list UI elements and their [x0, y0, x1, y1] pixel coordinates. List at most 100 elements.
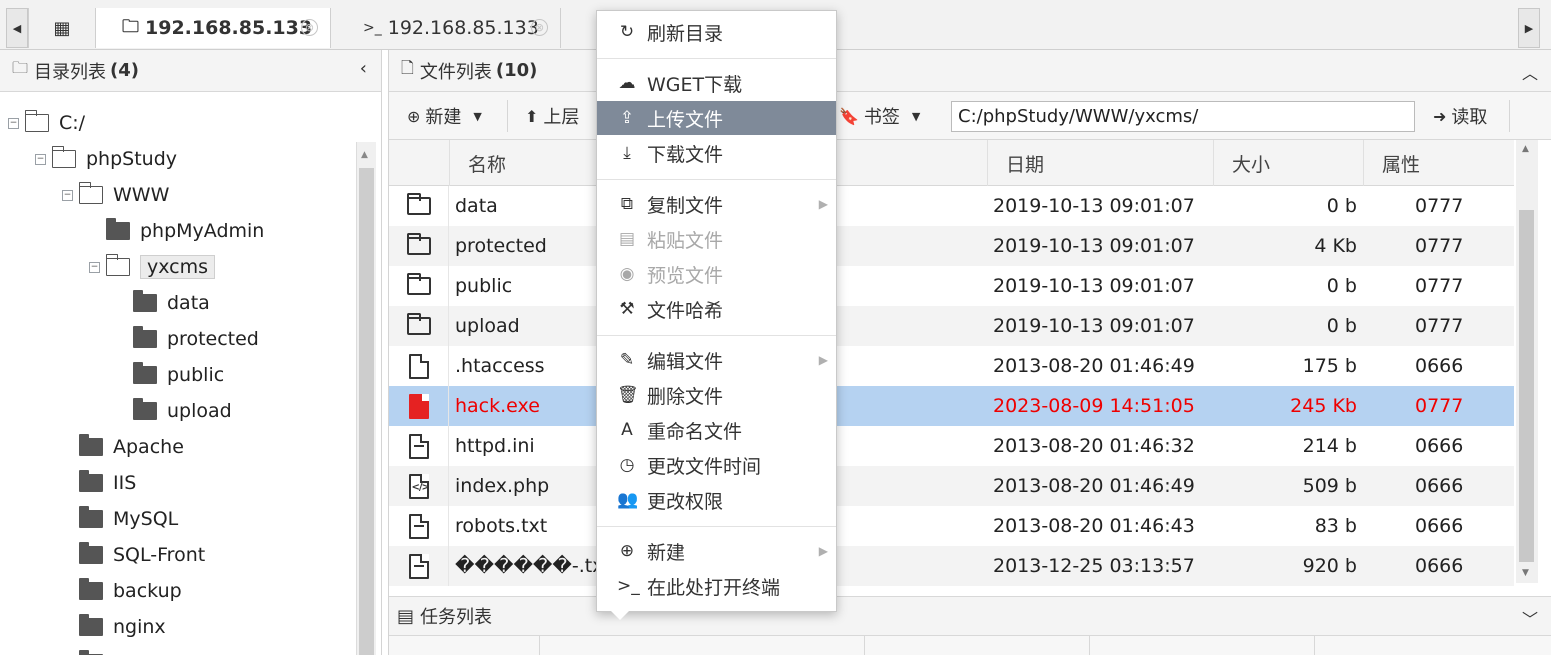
table-row[interactable]: protected 2019-10-13 09:01:07 4 Kb 0777 — [389, 226, 1514, 266]
new-button[interactable]: ⊕ 新建 ▼ — [407, 92, 482, 140]
tree-item-label: nginx — [113, 616, 166, 638]
menu-item-open-terminal-here[interactable]: >_ 在此处打开终端 — [597, 569, 836, 603]
menu-item-label: 下载文件 — [647, 143, 724, 166]
menu-item-download-file[interactable]: ⤓ 下载文件 — [597, 136, 836, 170]
folder-icon — [79, 434, 103, 456]
file-size: 509 b — [1302, 475, 1357, 497]
task-panel: ▤ 任务列表 ﹀ — [389, 596, 1551, 655]
menu-item-change-permissions[interactable]: 👥 更改权限 — [597, 483, 836, 517]
menu-item-upload-file[interactable]: ⇪ 上传文件 — [597, 101, 836, 135]
scroll-thumb[interactable] — [1519, 210, 1534, 562]
table-row[interactable]: ������-.txt 2013-12-25 03:13:57 920 b 0666 — [389, 546, 1514, 586]
directory-scrollbar[interactable]: ▲ — [356, 142, 376, 655]
chevron-down-icon[interactable]: ﹀ — [1522, 606, 1538, 630]
table-row[interactable]: data 2019-10-13 09:01:07 0 b 0777 — [389, 186, 1514, 226]
edit-file-icon: ✎ — [619, 350, 635, 370]
tree-item[interactable]: Apache — [62, 432, 184, 462]
tree-item[interactable]: SQL-Front — [62, 540, 205, 570]
folder-icon — [79, 470, 103, 492]
menu-item-label: WGET下载 — [647, 73, 743, 96]
scroll-down-icon[interactable]: ▼ — [1522, 568, 1529, 578]
tree-item[interactable]: protected — [116, 324, 259, 354]
tab-terminal[interactable]: >_ 192.168.85.133 ⊗ — [331, 8, 561, 48]
collapse-left-icon[interactable]: ‹ — [360, 58, 367, 79]
tree-item[interactable]: phpMyAdmin — [89, 216, 264, 246]
column-header-size[interactable]: 大小 — [1213, 140, 1363, 186]
menu-item-rename-file[interactable]: A 重命名文件 — [597, 413, 836, 447]
table-row[interactable]: public 2019-10-13 09:01:07 0 b 0777 — [389, 266, 1514, 306]
chevron-up-icon[interactable]: ︿ — [1522, 60, 1538, 84]
task-column-divider — [1089, 636, 1090, 655]
collapse-toggle-icon[interactable]: − — [62, 189, 73, 201]
tab-file-manager[interactable]: 🗀 192.168.85.133 ⊗ — [96, 8, 331, 48]
folder-icon — [406, 273, 431, 295]
tree-item[interactable]: nginx — [62, 612, 166, 642]
rename-file-icon: A — [621, 420, 633, 440]
folder-icon — [133, 326, 157, 348]
file-size: 4 Kb — [1314, 235, 1357, 257]
menu-item-edit-file[interactable]: ✎ 编辑文件 ▶ — [597, 343, 836, 377]
table-row[interactable]: </> index.php 2013-08-20 01:46:49 509 b 0666 — [389, 466, 1514, 506]
folder-icon — [406, 193, 431, 215]
table-row[interactable]: .htaccess 2013-08-20 01:46:49 175 b 0666 — [389, 346, 1514, 386]
tree-item[interactable]: − yxcms — [89, 252, 216, 282]
scroll-tabs-right-button[interactable]: ▶ — [1518, 8, 1540, 48]
table-row[interactable]: httpd.ini 2013-08-20 01:46:32 214 b 0666 — [389, 426, 1514, 466]
file-permissions: 0777 — [1415, 275, 1464, 297]
folder-icon — [106, 218, 130, 240]
tree-item[interactable]: backup — [62, 576, 182, 606]
folder-outline-icon: 🗀 — [12, 58, 29, 77]
tree-item[interactable]: − C:/ — [8, 108, 85, 138]
collapse-toggle-icon[interactable]: − — [35, 153, 46, 165]
menu-item-file-hash[interactable]: ⚒ 文件哈希 — [597, 292, 836, 326]
submenu-arrow-icon: ▶ — [818, 544, 828, 558]
tab-close-icon[interactable]: ⊗ — [531, 19, 548, 36]
tree-item[interactable]: − phpStudy — [35, 144, 177, 174]
menu-item-refresh[interactable]: ↻ 刷新目录 — [597, 15, 836, 49]
menu-item-delete-file[interactable]: 🗑 删除文件 — [597, 378, 836, 412]
menu-item-wget-download[interactable]: ☁ WGET下载 — [597, 66, 836, 100]
file-icon-cell — [389, 346, 449, 386]
tree-item[interactable]: public — [116, 360, 224, 390]
bookmark-button[interactable]: 🔖 书签 ▼ — [839, 92, 920, 140]
scroll-tabs-left-button[interactable]: ◀ — [6, 8, 28, 48]
read-button[interactable]: ➜ 读取 — [1433, 92, 1487, 140]
table-row[interactable]: upload 2019-10-13 09:01:07 0 b 0777 — [389, 306, 1514, 346]
collapse-toggle-icon[interactable]: − — [8, 117, 19, 129]
tree-item[interactable]: IIS — [62, 468, 136, 498]
column-header-date[interactable]: 日期 — [987, 140, 1213, 186]
task-table-header — [389, 636, 1551, 655]
tree-item[interactable]: php — [62, 648, 149, 655]
tree-item[interactable]: − WWW — [62, 180, 169, 210]
tree-item[interactable]: MySQL — [62, 504, 178, 534]
menu-item-label: 新建 — [647, 541, 686, 564]
tab-close-icon[interactable]: ⊗ — [301, 19, 318, 36]
collapse-toggle-icon[interactable]: − — [89, 261, 100, 273]
file-size: 245 Kb — [1290, 395, 1357, 417]
file-table-header: 名称 日期 大小 属性 — [389, 140, 1514, 186]
file-icon-cell: </> — [389, 466, 449, 506]
caret-down-icon: ▼ — [473, 109, 482, 123]
table-row[interactable]: robots.txt 2013-08-20 01:46:43 83 b 0666 — [389, 506, 1514, 546]
file-icon-cell — [389, 546, 449, 586]
scroll-thumb[interactable] — [359, 168, 374, 655]
menu-item-copy-file[interactable]: ⧉ 复制文件 ▶ — [597, 187, 836, 221]
folder-icon — [406, 233, 431, 255]
tree-item-label: backup — [113, 580, 182, 602]
tree-item[interactable]: data — [116, 288, 210, 318]
text-file-icon — [408, 433, 429, 459]
tree-item[interactable]: upload — [116, 396, 232, 426]
file-table-scrollbar[interactable]: ▲ ▼ — [1516, 140, 1538, 583]
tree-item-label: public — [167, 364, 225, 386]
file-permissions: 0666 — [1415, 555, 1464, 577]
path-input[interactable] — [951, 101, 1415, 132]
file-table: 名称 日期 大小 属性 data 2019-10-13 09:01:07 0 b 07… — [389, 140, 1514, 590]
up-level-button[interactable]: ⬆ 上层 — [525, 92, 579, 140]
column-header-permissions[interactable]: 属性 — [1363, 140, 1514, 186]
menu-item-new[interactable]: ⊕ 新建 ▶ — [597, 534, 836, 568]
table-row[interactable]: hack.exe 2023-08-09 14:51:05 245 Kb 0777 — [389, 386, 1514, 426]
scroll-up-icon[interactable]: ▲ — [361, 150, 368, 160]
tab-home-grid[interactable]: ▦ — [28, 8, 96, 48]
menu-item-change-file-time[interactable]: ◷ 更改文件时间 — [597, 448, 836, 482]
scroll-up-icon[interactable]: ▲ — [1522, 144, 1529, 154]
